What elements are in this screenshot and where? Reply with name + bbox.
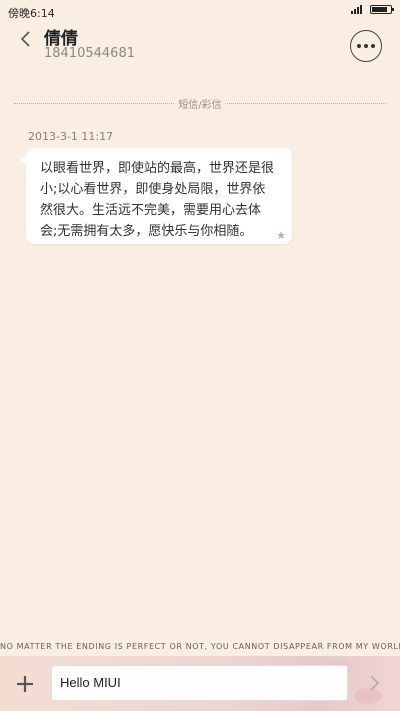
status-icons xyxy=(351,5,394,14)
battery-icon xyxy=(370,5,394,14)
add-attachment-button[interactable] xyxy=(10,669,40,699)
more-dots-icon xyxy=(357,44,361,48)
plus-icon xyxy=(17,676,33,692)
wallpaper-banner-text: NO MATTER THE ENDING IS PERFECT OR NOT, … xyxy=(0,642,400,651)
message-timestamp: 2013-3-1 11:17 xyxy=(28,130,114,143)
star-icon: ★ xyxy=(276,229,286,242)
message-type-divider: 短信/彩信 xyxy=(14,96,386,111)
contact-number: 18410544681 xyxy=(44,46,135,61)
divider-label: 短信/彩信 xyxy=(174,96,226,111)
conversation-header: 倩倩 18410544681 xyxy=(0,22,400,72)
signal-icon xyxy=(351,5,362,14)
status-time: 傍晚6:14 xyxy=(8,7,55,20)
chevron-right-icon xyxy=(370,675,380,691)
status-bar: 傍晚6:14 xyxy=(0,0,400,22)
more-options-button[interactable] xyxy=(350,30,382,62)
message-input[interactable]: Hello MIUI xyxy=(51,665,348,701)
composer-bar: Hello MIUI xyxy=(0,656,400,711)
message-text: 以眼看世界，即使站的最高，世界还是很小;以心看世界，即使身处局限，世界依然很大。… xyxy=(40,161,275,239)
chevron-left-icon xyxy=(20,31,30,47)
back-button[interactable] xyxy=(12,26,38,52)
message-bubble[interactable]: 以眼看世界，即使站的最高，世界还是很小;以心看世界，即使身处局限，世界依然很大。… xyxy=(26,148,292,244)
send-button[interactable] xyxy=(362,670,388,696)
